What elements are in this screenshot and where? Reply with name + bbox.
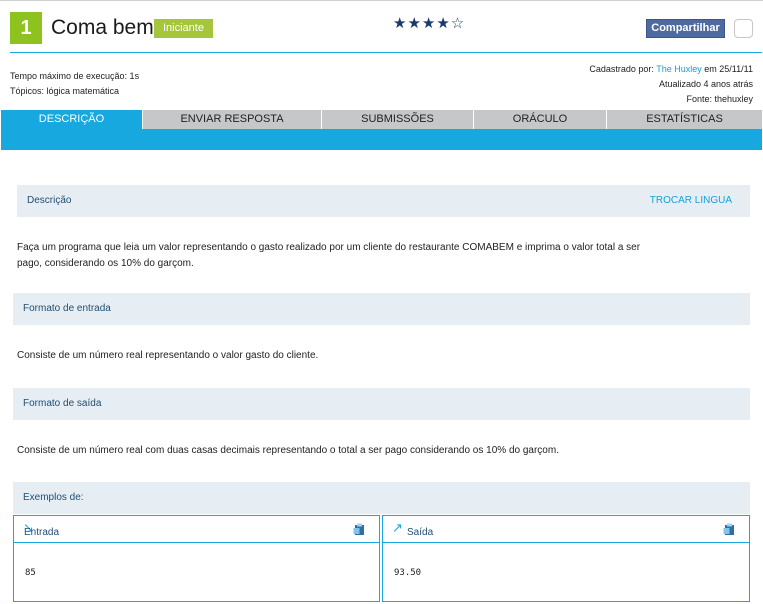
header-divider: [10, 52, 762, 53]
description-header: Descrição TROCAR LINGUA: [17, 185, 750, 217]
tab-underline-bar: [1, 129, 762, 150]
top-border: [0, 0, 763, 1]
difficulty-badge: Iniciante: [154, 19, 213, 38]
registered-date: em 25/11/11: [704, 64, 753, 74]
output-format-text: Consiste de um número real com duas casa…: [17, 445, 559, 456]
tab-oraculo[interactable]: ORÁCULO: [474, 110, 607, 129]
example-input-value: 85: [25, 568, 36, 578]
output-format-heading: Formato de saída: [23, 398, 102, 409]
output-format-header: Formato de saída: [13, 388, 750, 420]
tab-enviar-resposta[interactable]: ENVIAR RESPOSTA: [143, 110, 322, 129]
example-input-header: ↘ Entrada: [14, 516, 379, 543]
example-input-label: Entrada: [24, 527, 60, 538]
description-text: Faça um programa que leia um valor repre…: [17, 240, 640, 272]
updated-info: Atualizado 4 anos atrás: [658, 79, 753, 89]
input-format-text: Consiste de um número real representando…: [17, 350, 319, 361]
example-output-label: Saída: [407, 527, 434, 538]
input-format-header: Formato de entrada: [13, 293, 750, 325]
tab-bar: DESCRIÇÃO ENVIAR RESPOSTA SUBMISSÕES ORÁ…: [1, 110, 762, 129]
problem-title: Coma bem: [51, 16, 154, 39]
copy-clipboard-icon[interactable]: [723, 523, 735, 536]
description-line-1: Faça um programa que leia um valor repre…: [17, 242, 641, 253]
problem-number: 1: [10, 12, 42, 44]
input-format-heading: Formato de entrada: [23, 303, 111, 314]
arrow-up-right-icon: ↗: [392, 521, 403, 536]
example-output-box: ↗ Saída 93.50: [382, 515, 750, 602]
registered-prefix: Cadastrado por:: [589, 64, 654, 74]
example-input-box: ↘ Entrada 85: [13, 515, 380, 602]
description-line-2: pago, considerando os 10% do garçom.: [17, 258, 194, 269]
description-heading: Descrição: [27, 195, 72, 206]
copy-clipboard-icon[interactable]: [353, 523, 365, 536]
examples-header: Exemplos de:: [13, 482, 750, 514]
share-checkbox[interactable]: [734, 19, 753, 38]
source-info: Fonte: thehuxley: [686, 94, 753, 104]
examples-heading: Exemplos de:: [23, 492, 84, 503]
tab-submissoes[interactable]: SUBMISSÕES: [322, 110, 474, 129]
tab-estatisticas[interactable]: ESTATÍSTICAS: [607, 110, 762, 129]
tab-descricao[interactable]: DESCRIÇÃO: [1, 110, 143, 129]
topics: Tópicos: lógica matemática: [10, 86, 120, 96]
example-output-value: 93.50: [394, 568, 422, 578]
change-language-link[interactable]: TROCAR LINGUA: [650, 185, 732, 217]
example-output-header: ↗ Saída: [383, 516, 749, 543]
time-limit: Tempo máximo de execução: 1s: [10, 71, 140, 81]
rating-stars[interactable]: ★★★★☆: [393, 14, 465, 32]
author-link[interactable]: The Huxley: [656, 64, 702, 74]
registered-info: Cadastrado por: The Huxley em 25/11/11: [589, 64, 753, 74]
share-button[interactable]: Compartilhar: [646, 19, 725, 38]
